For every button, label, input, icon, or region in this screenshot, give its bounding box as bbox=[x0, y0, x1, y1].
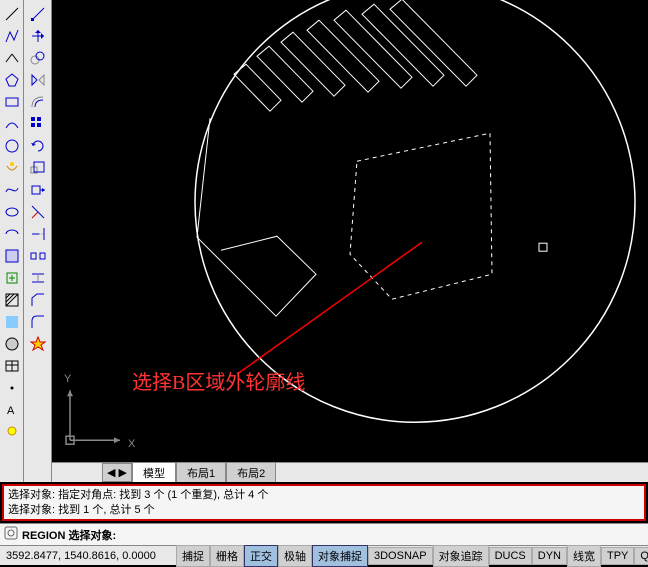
tool-pgon[interactable] bbox=[2, 70, 22, 90]
cmd-line: 选择对象: 指定对角点: 找到 3 个 (1 个重复), 总计 4 个 bbox=[8, 488, 640, 502]
tool-rect[interactable] bbox=[2, 92, 22, 112]
ucs-y-label: Y bbox=[64, 373, 72, 385]
status-bar: 3592.8477, 1540.8616, 0.0000 捕捉 栅格 正交 极轴… bbox=[0, 545, 648, 565]
tab-nav-arrows[interactable]: ◀ ▶ bbox=[102, 463, 132, 482]
status-ortho[interactable]: 正交 bbox=[244, 545, 278, 567]
cmd-icon bbox=[4, 526, 18, 543]
status-qp[interactable]: QP bbox=[634, 547, 648, 565]
svg-text:A: A bbox=[7, 405, 15, 417]
status-tpy[interactable]: TPY bbox=[601, 547, 634, 565]
tool-trim[interactable] bbox=[28, 202, 48, 222]
tool-block[interactable] bbox=[2, 246, 22, 266]
tool-light[interactable] bbox=[2, 422, 22, 442]
status-3dosnap[interactable]: 3DOSNAP bbox=[368, 547, 433, 565]
tool-rev[interactable] bbox=[2, 158, 22, 178]
tab-layout1[interactable]: 布局1 bbox=[176, 462, 226, 482]
tool-earc[interactable] bbox=[2, 224, 22, 244]
tool-circle2[interactable] bbox=[2, 136, 22, 156]
draw-toolbar: A bbox=[0, 0, 24, 482]
tool-region[interactable] bbox=[2, 334, 22, 354]
tool-chamfer[interactable] bbox=[28, 290, 48, 310]
status-lw[interactable]: 线宽 bbox=[567, 545, 601, 567]
annotation-text: 选择B区域外轮廓线 bbox=[132, 366, 305, 395]
layout-tabbar: ◀ ▶ 模型 布局1 布局2 bbox=[52, 462, 648, 482]
tool-spline[interactable] bbox=[2, 180, 22, 200]
tool-pline[interactable] bbox=[2, 26, 22, 46]
status-ducs[interactable]: DUCS bbox=[489, 547, 532, 565]
status-grid[interactable]: 栅格 bbox=[210, 545, 244, 567]
tool-copy[interactable] bbox=[28, 48, 48, 68]
tool-ellipse[interactable] bbox=[2, 202, 22, 222]
tool-fillet[interactable] bbox=[28, 312, 48, 332]
tab-model[interactable]: 模型 bbox=[132, 462, 176, 482]
tool-insert[interactable] bbox=[2, 268, 22, 288]
tool-extend[interactable] bbox=[28, 224, 48, 244]
tool-mtext[interactable]: A bbox=[2, 400, 22, 420]
tool-scale[interactable] bbox=[28, 158, 48, 178]
tool-grad[interactable] bbox=[2, 312, 22, 332]
tool-table[interactable] bbox=[2, 356, 22, 376]
tool-hatch[interactable] bbox=[2, 290, 22, 310]
tool-circle[interactable] bbox=[2, 48, 22, 68]
tab-layout2[interactable]: 布局2 bbox=[226, 462, 276, 482]
coords-readout: 3592.8477, 1540.8616, 0.0000 bbox=[6, 550, 176, 562]
status-dyn[interactable]: DYN bbox=[532, 547, 567, 565]
drawing-canvas[interactable]: X Y 选择B区域外轮廓线 ◀ ▶ 模型 布局1 布局2 bbox=[52, 0, 648, 482]
tool-point[interactable] bbox=[2, 378, 22, 398]
cmd-prompt: REGION 选择对象: bbox=[22, 527, 116, 543]
tool-mirror[interactable] bbox=[28, 70, 48, 90]
tool-line2[interactable] bbox=[28, 4, 48, 24]
tool-array[interactable] bbox=[28, 114, 48, 134]
tool-rotate[interactable] bbox=[28, 136, 48, 156]
tool-break[interactable] bbox=[28, 246, 48, 266]
modify-toolbar bbox=[24, 0, 52, 482]
command-input[interactable] bbox=[120, 529, 644, 541]
tool-stretch[interactable] bbox=[28, 180, 48, 200]
cmd-line: 选择对象: 找到 1 个, 总计 5 个 bbox=[8, 503, 640, 517]
tool-arc[interactable] bbox=[2, 114, 22, 134]
drawing-content: X Y bbox=[52, 0, 648, 482]
status-snap[interactable]: 捕捉 bbox=[176, 545, 210, 567]
tool-join[interactable] bbox=[28, 268, 48, 288]
tool-move[interactable] bbox=[28, 26, 48, 46]
status-osnap[interactable]: 对象捕捉 bbox=[312, 545, 368, 567]
tool-offset[interactable] bbox=[28, 92, 48, 112]
status-polar[interactable]: 极轴 bbox=[278, 545, 312, 567]
command-history: 选择对象: 指定对角点: 找到 3 个 (1 个重复), 总计 4 个 选择对象… bbox=[2, 484, 646, 521]
status-otrack[interactable]: 对象追踪 bbox=[433, 545, 489, 567]
command-line: REGION 选择对象: bbox=[0, 523, 648, 545]
tool-line[interactable] bbox=[2, 4, 22, 24]
tool-explode[interactable] bbox=[28, 334, 48, 354]
ucs-x-label: X bbox=[128, 438, 136, 450]
